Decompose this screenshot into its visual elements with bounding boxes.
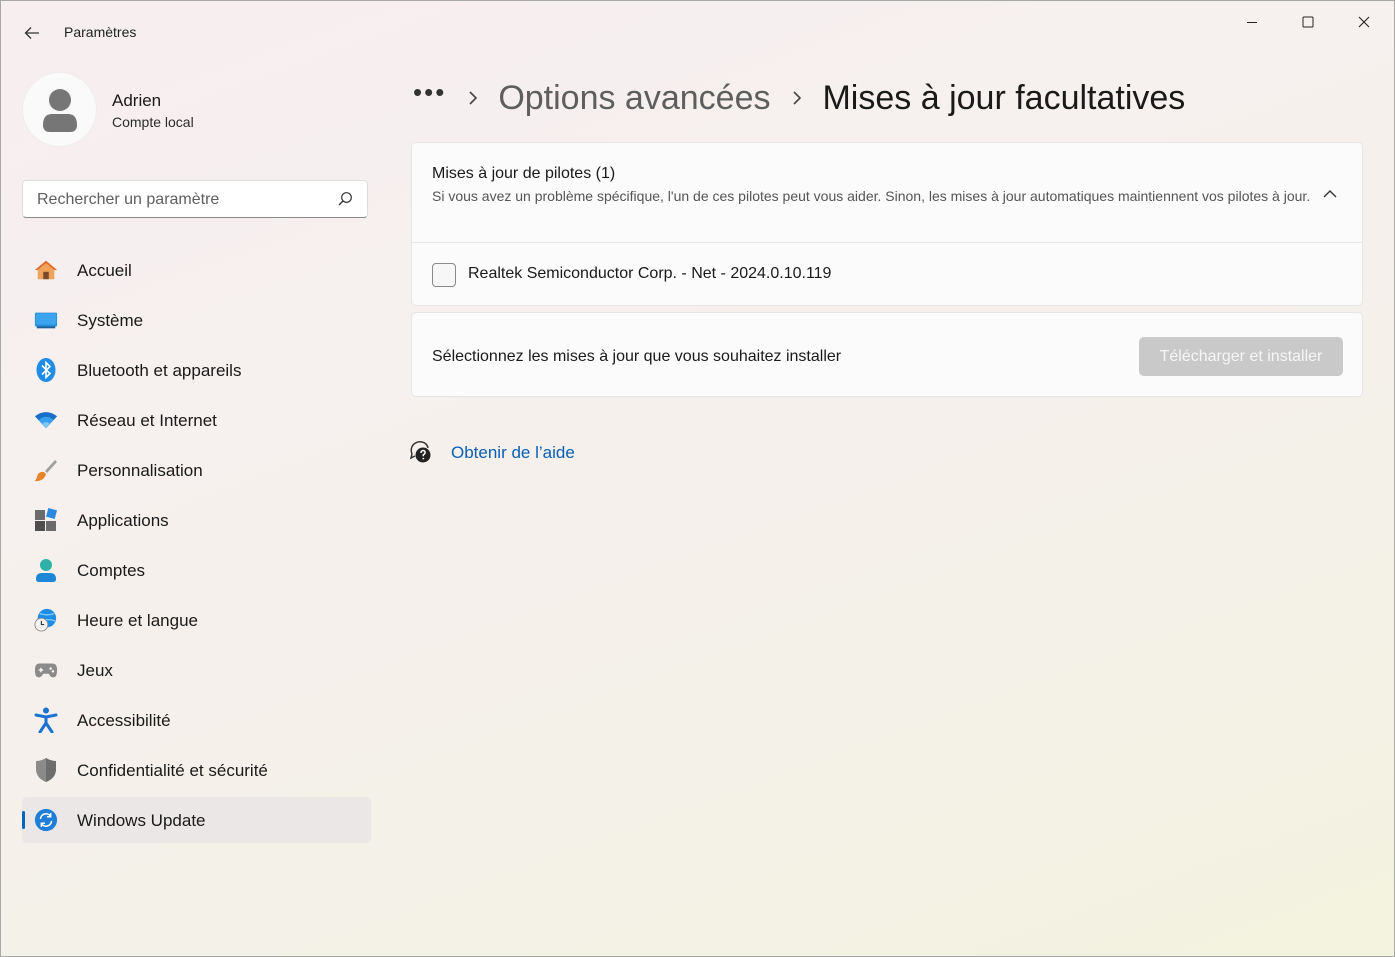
maximize-button[interactable]: [1285, 7, 1331, 37]
sidebar-item-accessibilite[interactable]: Accessibilité: [22, 697, 371, 743]
breadcrumb-overflow-button[interactable]: •••: [413, 77, 446, 108]
sidebar-nav: Accueil Système Bluetooth et appareils R…: [22, 247, 371, 847]
driver-updates-title: Mises à jour de pilotes (1): [432, 165, 616, 182]
sidebar-item-confidentialite[interactable]: Confidentialité et sécurité: [22, 747, 371, 793]
sidebar-item-personnalisation[interactable]: Personnalisation: [22, 447, 371, 493]
title-bar: Paramètres: [1, 1, 1394, 61]
sidebar-item-label: Applications: [77, 511, 169, 530]
settings-search-box[interactable]: [22, 180, 368, 219]
settings-window: Paramètres Adrien Compte local Recherche…: [0, 0, 1395, 957]
update-icon: [34, 808, 58, 832]
sidebar-item-comptes[interactable]: Comptes: [22, 547, 371, 593]
chevron-right-icon: [792, 90, 802, 106]
chevron-right-icon: [468, 90, 478, 106]
back-button[interactable]: [17, 19, 47, 47]
close-button[interactable]: [1341, 7, 1387, 37]
account-type: Compte local: [112, 114, 194, 130]
person-icon: [34, 558, 58, 582]
person-avatar-icon: [42, 88, 77, 132]
back-arrow-icon: [24, 27, 39, 39]
sidebar-item-heure-langue[interactable]: Heure et langue: [22, 597, 371, 643]
shield-icon: [34, 758, 58, 782]
wifi-icon: [34, 408, 58, 432]
help-chat-icon: [409, 440, 433, 464]
driver-updates-description: Si vous avez un problème spécifique, l'u…: [432, 188, 1311, 204]
chevron-up-icon: [1323, 189, 1337, 197]
sidebar-item-label: Réseau et Internet: [77, 411, 217, 430]
search-icon[interactable]: [337, 191, 353, 212]
collapse-button[interactable]: [1320, 183, 1340, 203]
driver-list-item[interactable]: Realtek Semiconductor Corp. - Net - 2024…: [412, 243, 1362, 305]
sidebar-item-label: Accessibilité: [77, 711, 171, 730]
minimize-icon: [1247, 22, 1257, 23]
sidebar-item-systeme[interactable]: Système: [22, 297, 371, 343]
avatar: [23, 73, 96, 146]
display-icon: [34, 308, 58, 332]
maximize-icon: [1302, 16, 1314, 28]
user-name: Adrien: [112, 91, 162, 110]
sidebar-item-jeux[interactable]: Jeux: [22, 647, 371, 693]
sidebar-item-applications[interactable]: Applications: [22, 497, 371, 543]
sidebar-item-label: Heure et langue: [77, 611, 198, 630]
get-help-link[interactable]: Obtenir de l’aide: [451, 443, 575, 463]
sidebar-item-bluetooth[interactable]: Bluetooth et appareils: [22, 347, 371, 393]
sidebar-item-label: Confidentialité et sécurité: [77, 761, 268, 780]
sidebar-item-windows-update[interactable]: Windows Update: [22, 797, 371, 843]
globe-clock-icon: [34, 608, 58, 632]
sidebar-item-label: Comptes: [77, 561, 146, 580]
driver-label: Realtek Semiconductor Corp. - Net - 2024…: [468, 265, 832, 282]
sidebar-item-label: Personnalisation: [77, 461, 203, 480]
paintbrush-icon: [34, 458, 58, 482]
driver-updates-card: Mises à jour de pilotes (1) Si vous avez…: [411, 142, 1363, 306]
install-prompt: Sélectionnez les mises à jour que vous s…: [432, 348, 842, 365]
sidebar-item-accueil[interactable]: Accueil: [22, 247, 371, 293]
home-icon: [34, 258, 58, 282]
sidebar-item-label: Bluetooth et appareils: [77, 361, 242, 380]
sidebar-item-label: Windows Update: [77, 811, 206, 830]
download-install-button[interactable]: Télécharger et installer: [1139, 337, 1343, 376]
sidebar-item-reseau[interactable]: Réseau et Internet: [22, 397, 371, 443]
search-input[interactable]: [35, 181, 329, 219]
apps-icon: [34, 508, 58, 532]
sidebar-item-label: Jeux: [77, 661, 113, 680]
install-card: Sélectionnez les mises à jour que vous s…: [411, 312, 1363, 397]
breadcrumb: ••• Options avancées Mises à jour facult…: [411, 73, 1185, 123]
driver-updates-header[interactable]: Mises à jour de pilotes (1) Si vous avez…: [412, 143, 1362, 243]
sidebar-item-label: Accueil: [77, 261, 132, 280]
accessibility-icon: [34, 707, 58, 733]
app-title: Paramètres: [64, 24, 137, 40]
gamepad-icon: [34, 658, 58, 682]
minimize-button[interactable]: [1229, 7, 1275, 37]
page-title: Mises à jour facultatives: [822, 78, 1186, 117]
bluetooth-icon: [34, 358, 58, 382]
driver-checkbox[interactable]: [432, 263, 456, 287]
close-icon: [1358, 16, 1370, 28]
sidebar-item-label: Système: [77, 311, 144, 330]
breadcrumb-parent-link[interactable]: Options avancées: [498, 79, 770, 118]
